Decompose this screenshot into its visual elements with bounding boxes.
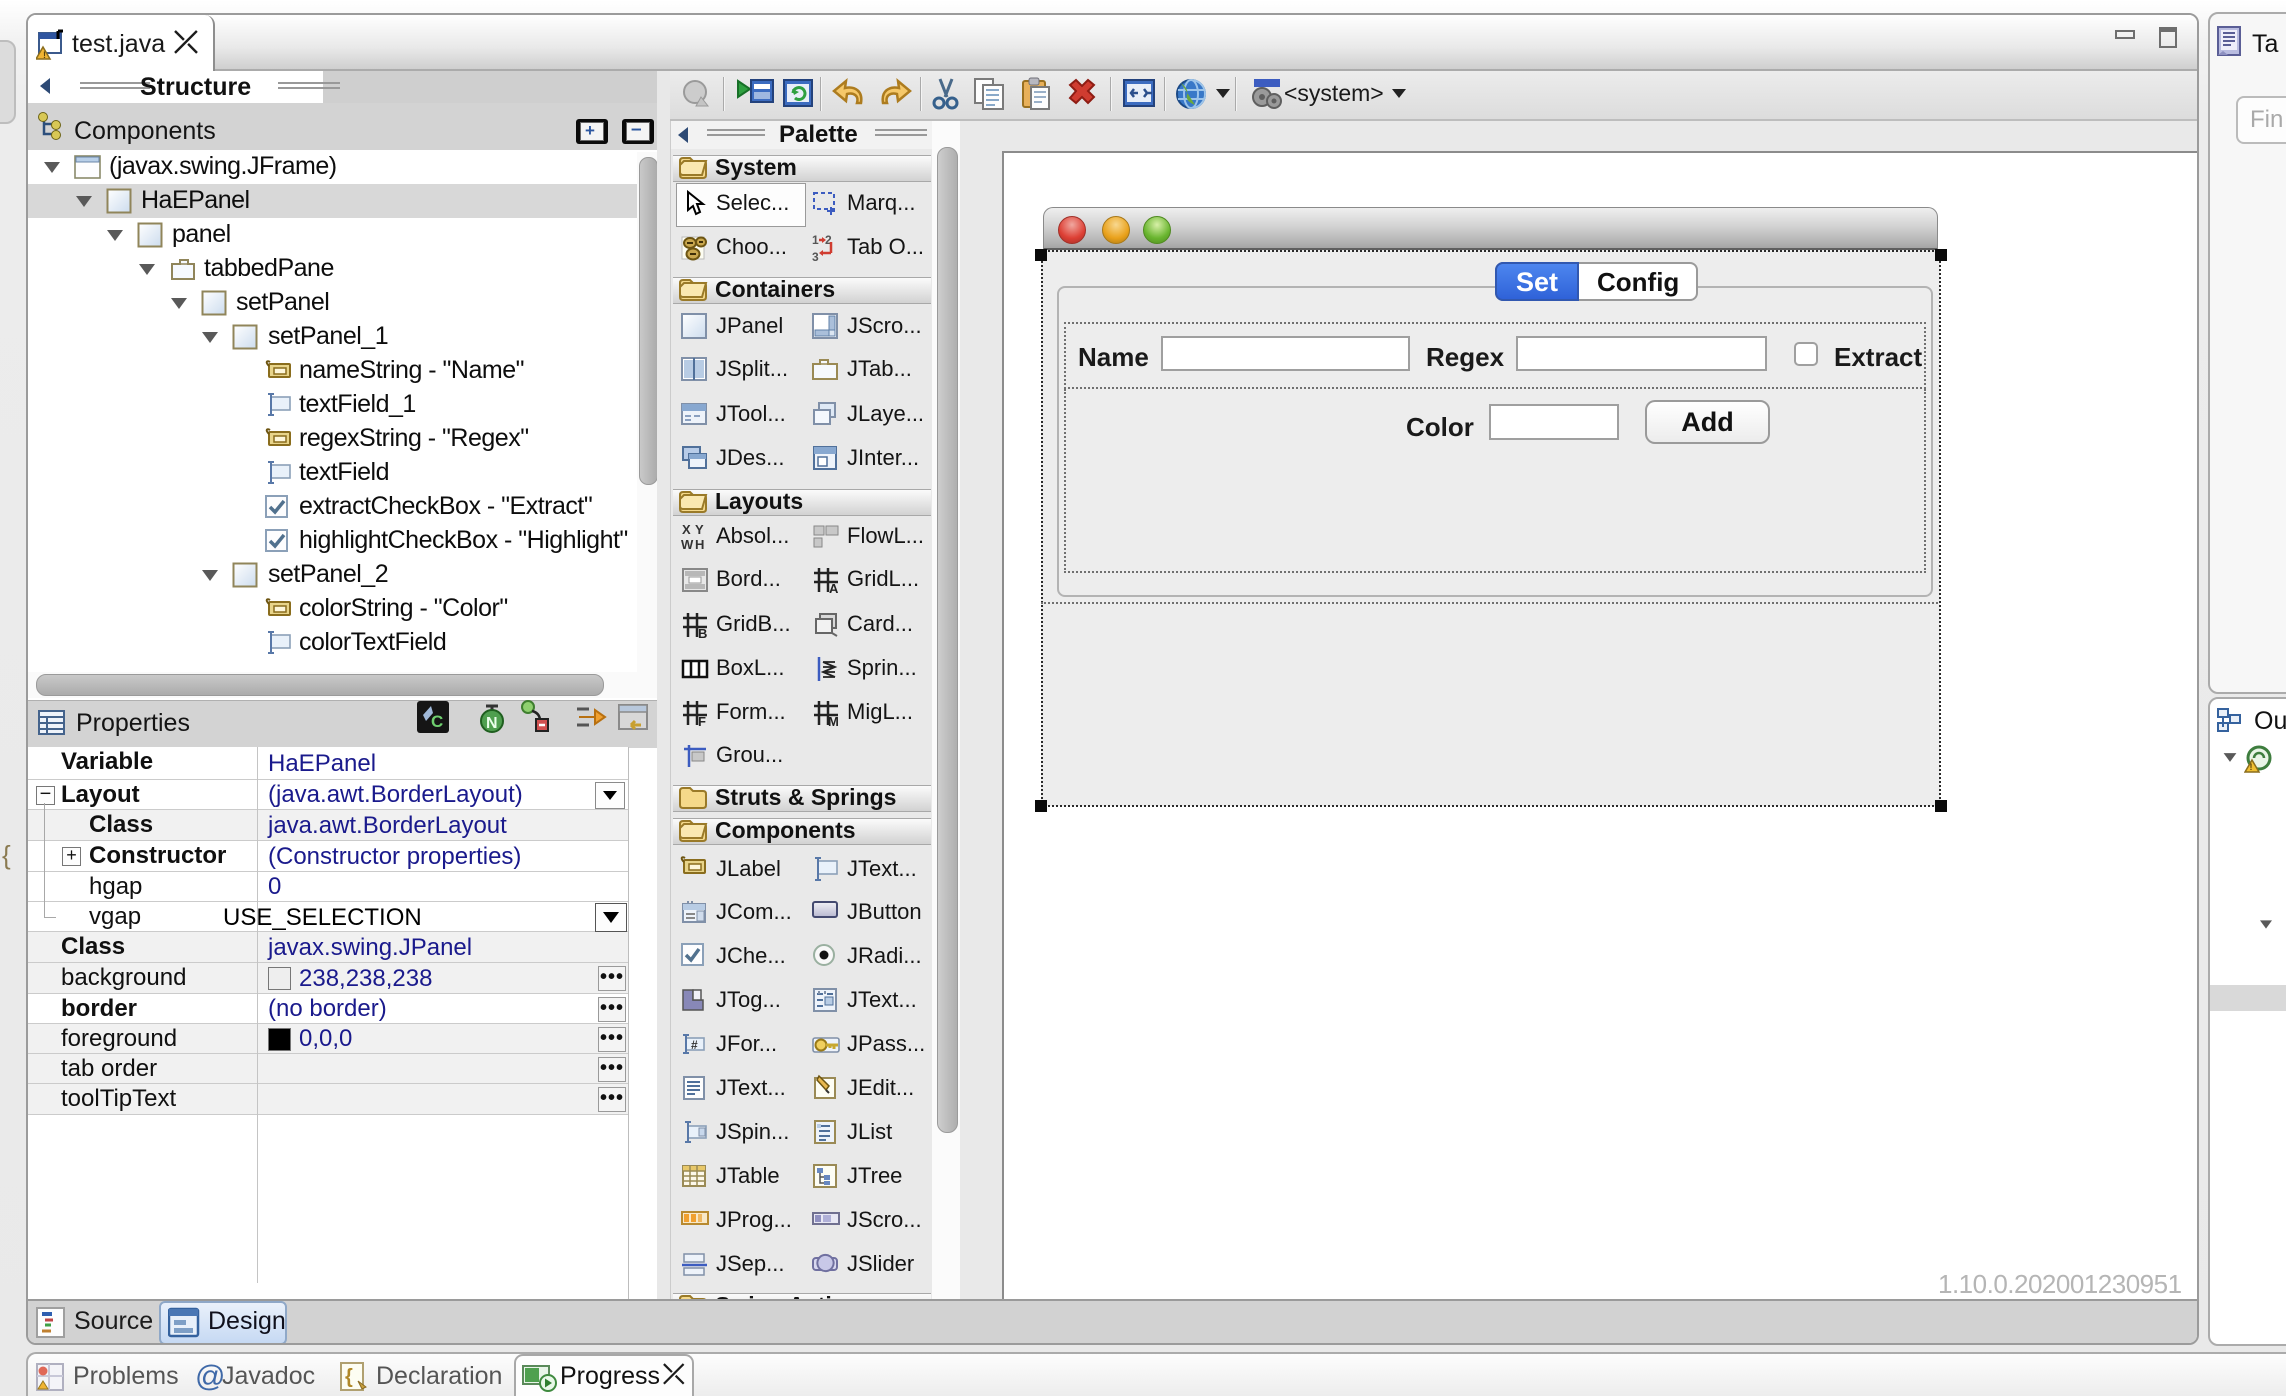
svg-text:W: W [681, 537, 694, 552]
svg-text:N: N [486, 715, 498, 732]
svg-text:1: 1 [812, 233, 819, 247]
svg-text:{: { [345, 1366, 353, 1388]
svg-text:B: B [698, 626, 707, 640]
svg-text:#: # [691, 1038, 698, 1052]
svg-text:!: ! [43, 50, 46, 60]
svg-text:F: F [698, 714, 706, 728]
svg-text:X: X [682, 522, 691, 537]
svg-text:3: 3 [812, 250, 819, 263]
svg-text:!: ! [2250, 762, 2253, 772]
svg-text:H: H [695, 537, 704, 552]
svg-text:Y: Y [695, 522, 704, 537]
svg-text:A: A [829, 581, 839, 595]
svg-text:C: C [431, 712, 443, 731]
svg-text:M: M [828, 714, 839, 728]
